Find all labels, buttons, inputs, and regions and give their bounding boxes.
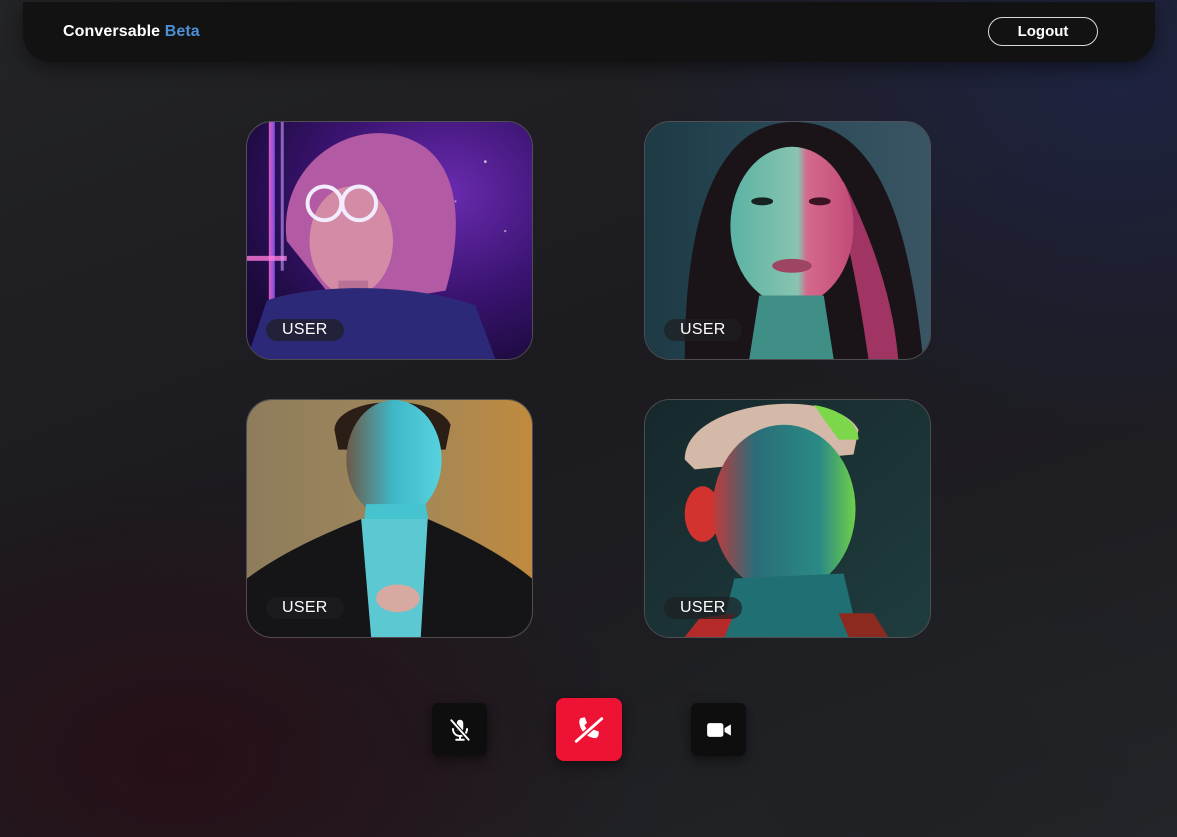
participant-name-tag: USER xyxy=(266,597,344,619)
brand-beta-tag: Beta xyxy=(164,23,200,40)
participant-tile[interactable]: USER xyxy=(644,121,931,360)
participant-name-tag: USER xyxy=(664,597,742,619)
participant-name-tag: USER xyxy=(266,319,344,341)
end-call-icon xyxy=(572,713,606,747)
participant-tile[interactable]: USER xyxy=(644,399,931,638)
brand-name: Conversable xyxy=(63,23,161,40)
app-logo: Conversable Beta xyxy=(63,23,200,41)
participant-name-tag: USER xyxy=(664,319,742,341)
end-call-button[interactable] xyxy=(556,698,622,761)
toggle-camera-button[interactable] xyxy=(691,703,746,756)
video-camera-icon xyxy=(704,715,734,745)
participant-tile[interactable]: USER xyxy=(246,399,533,638)
top-navbar: Conversable Beta Logout xyxy=(23,2,1155,62)
mute-microphone-button[interactable] xyxy=(432,703,487,756)
logout-button[interactable]: Logout xyxy=(988,17,1098,46)
participant-tile[interactable]: USER xyxy=(246,121,533,360)
mic-off-icon xyxy=(447,717,473,743)
